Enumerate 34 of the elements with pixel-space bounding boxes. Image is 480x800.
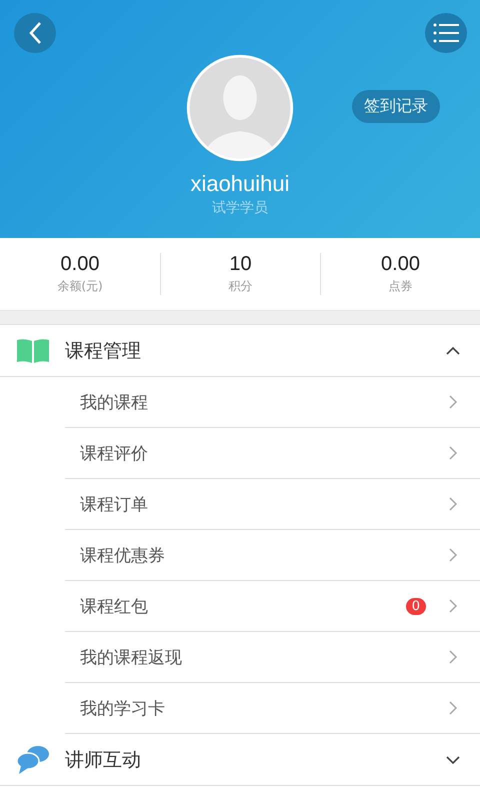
chat-bubbles-icon [16, 744, 50, 774]
back-button[interactable] [14, 13, 56, 53]
username: xiaohuihui [190, 171, 290, 197]
menu-button[interactable] [425, 13, 467, 53]
stat-value: 0.00 [381, 253, 420, 276]
menu-item[interactable]: 课程订单 [65, 479, 480, 530]
menu-item-label: 我的学习卡 [80, 698, 166, 720]
stat-label: 点券 [388, 278, 412, 295]
stat-value: 10 [229, 253, 252, 276]
menu-item[interactable]: 课程红包 0 [65, 581, 480, 632]
menu-item[interactable]: 我的课程 [65, 377, 480, 428]
menu-item-label: 课程优惠券 [80, 544, 166, 566]
user-role: 试学学员 [212, 199, 268, 217]
menu-item-label: 课程评价 [80, 442, 149, 464]
menu-item-label: 课程红包 [80, 596, 149, 618]
menu-item[interactable]: 课程优惠券 [65, 530, 480, 581]
menu-item-label: 课程订单 [80, 494, 149, 516]
section-header[interactable]: 课程管理 [0, 325, 480, 377]
section-title: 课程管理 [65, 338, 142, 364]
menu-item[interactable]: 我的学习卡 [65, 683, 480, 734]
count-badge: 0 [406, 598, 426, 614]
section-title: 讲师互动 [65, 748, 142, 772]
menu-icon [433, 23, 459, 43]
checkin-record-button[interactable]: 签到记录 [352, 90, 440, 123]
book-icon [16, 338, 50, 364]
menu-item-label: 我的课程返现 [80, 646, 183, 668]
menu-item[interactable]: 课程评价 [65, 428, 480, 479]
menu-item-label: 我的课程 [80, 392, 149, 414]
stat-label: 积分 [228, 278, 252, 295]
back-icon [28, 21, 42, 45]
stat-label: 余额(元) [57, 278, 103, 295]
menu-item[interactable]: 我的课程返现 [65, 632, 480, 683]
section-header[interactable]: 讲师互动 [0, 734, 480, 786]
stat-value: 0.00 [60, 253, 100, 276]
